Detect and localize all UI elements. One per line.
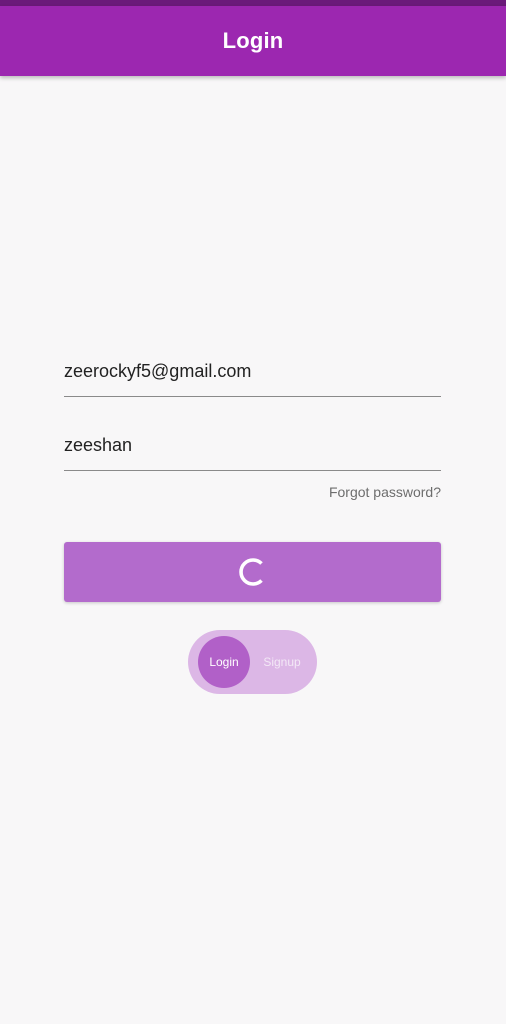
toggle-signup-option[interactable]: Signup bbox=[254, 630, 310, 694]
password-field-container bbox=[64, 422, 441, 471]
email-field-container bbox=[64, 348, 441, 397]
toggle-login-label: Login bbox=[209, 655, 239, 669]
loading-spinner-icon bbox=[238, 558, 263, 586]
toggle-login-option[interactable]: Login bbox=[198, 636, 250, 688]
email-field[interactable] bbox=[64, 361, 441, 382]
page-title: Login bbox=[222, 28, 284, 53]
password-field[interactable] bbox=[64, 435, 441, 456]
app-bar: Login bbox=[0, 6, 506, 76]
login-button[interactable] bbox=[64, 542, 441, 602]
forgot-password-link[interactable]: Forgot password? bbox=[329, 484, 441, 500]
login-signup-toggle[interactable]: Login Signup bbox=[188, 630, 317, 694]
toggle-signup-label: Signup bbox=[263, 655, 301, 669]
